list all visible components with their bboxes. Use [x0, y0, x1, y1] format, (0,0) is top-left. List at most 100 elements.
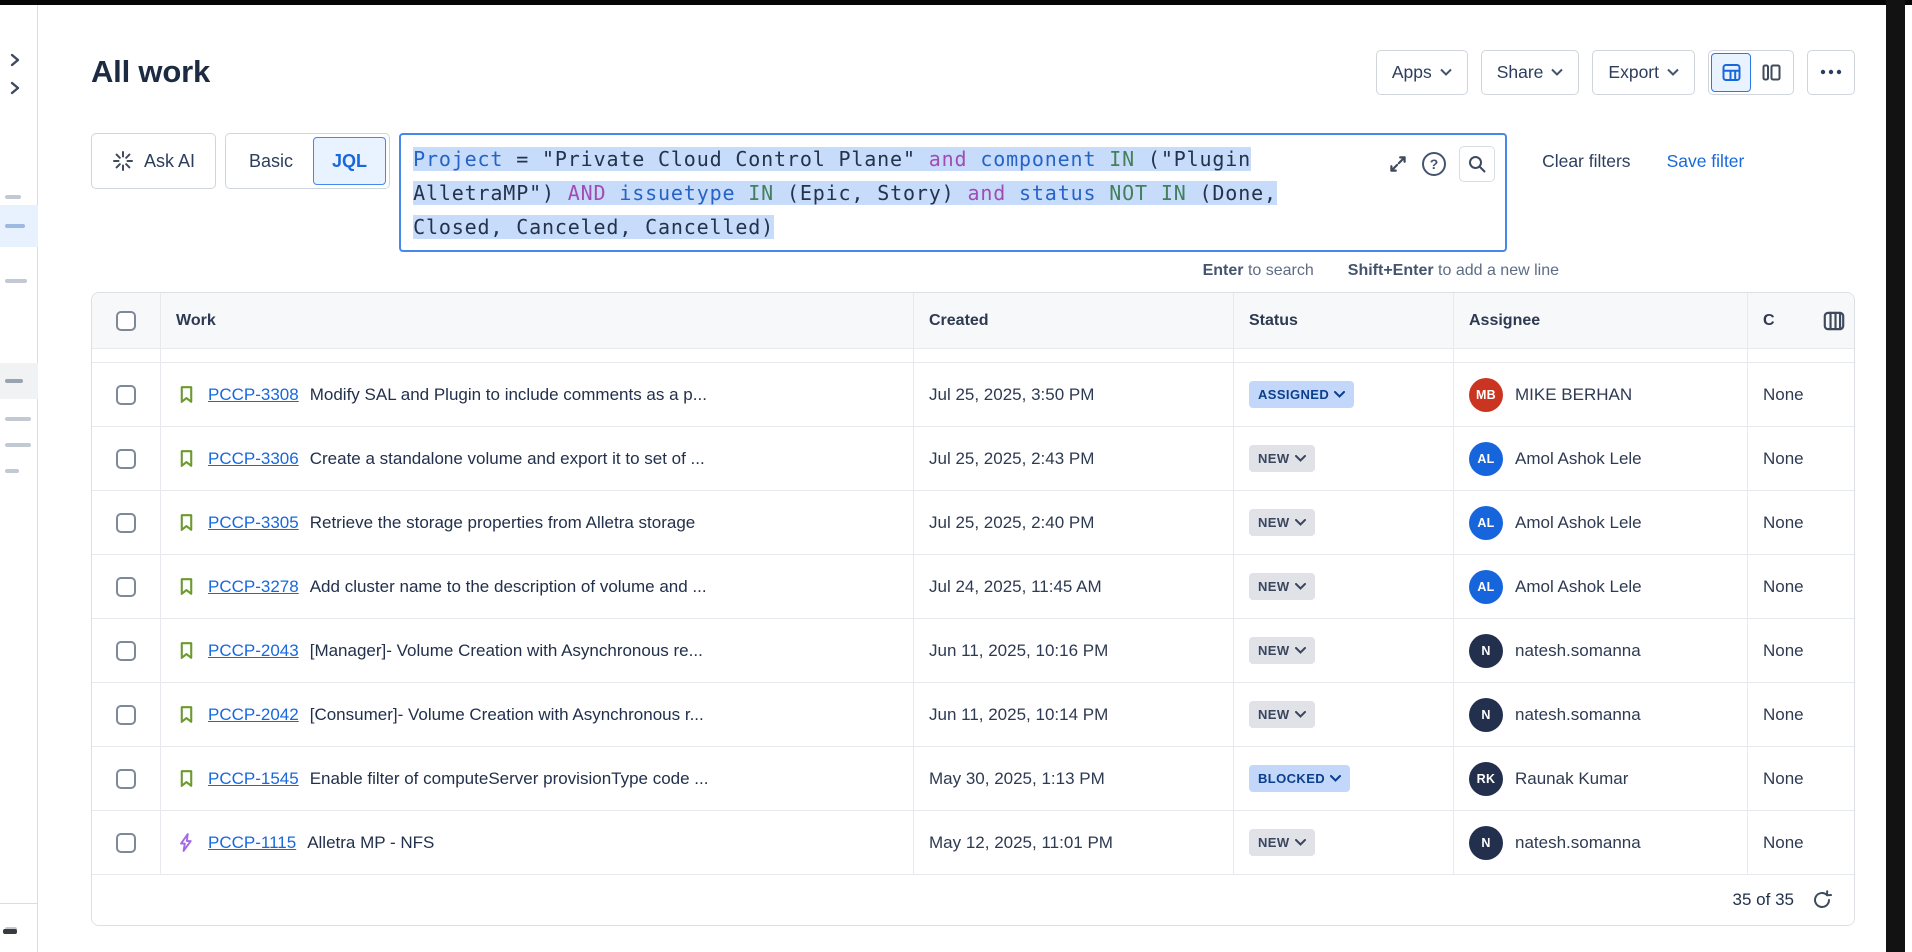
chevron-down-icon — [1295, 711, 1306, 718]
extra-value: None — [1763, 833, 1804, 853]
extra-value: None — [1763, 705, 1804, 725]
issue-summary[interactable]: Modify SAL and Plugin to include comment… — [310, 385, 707, 405]
result-count: 35 of 35 — [1733, 890, 1794, 910]
save-filter-button[interactable]: Save filter — [1667, 151, 1745, 172]
story-type-icon — [176, 512, 197, 533]
screen-edge-corner — [3, 929, 17, 934]
refresh-icon[interactable] — [1810, 888, 1834, 912]
share-button[interactable]: Share — [1481, 50, 1580, 95]
issue-key-link[interactable]: PCCP-2042 — [208, 705, 299, 725]
export-button[interactable]: Export — [1592, 50, 1695, 95]
status-badge[interactable]: ASSIGNED — [1249, 381, 1354, 408]
ask-ai-button[interactable]: Ask AI — [91, 133, 216, 189]
sidebar-expand-icon[interactable] — [8, 53, 22, 67]
issue-key-link[interactable]: PCCP-3306 — [208, 449, 299, 469]
sidebar-item[interactable] — [5, 195, 21, 199]
status-badge[interactable]: NEW — [1249, 573, 1315, 600]
status-badge[interactable]: BLOCKED — [1249, 765, 1350, 792]
sidebar-item-selected[interactable] — [0, 205, 38, 247]
table-view-button[interactable] — [1711, 53, 1751, 92]
row-checkbox[interactable] — [116, 833, 136, 853]
sidebar-item[interactable] — [5, 469, 19, 473]
chevron-down-icon — [1295, 839, 1306, 846]
created-date: Jun 11, 2025, 10:14 PM — [929, 705, 1108, 725]
issue-key-link[interactable]: PCCP-3278 — [208, 577, 299, 597]
extra-value: None — [1763, 513, 1804, 533]
chevron-down-icon — [1667, 68, 1679, 76]
jql-mode-tab[interactable]: JQL — [313, 137, 386, 185]
extra-value: None — [1763, 769, 1804, 789]
status-label: ASSIGNED — [1258, 387, 1329, 402]
row-checkbox[interactable] — [116, 769, 136, 789]
table-body: PCCP-3308 Modify SAL and Plugin to inclu… — [92, 363, 1854, 875]
row-checkbox[interactable] — [116, 577, 136, 597]
issue-summary[interactable]: Retrieve the storage properties from All… — [310, 513, 696, 533]
jql-search-button[interactable] — [1459, 146, 1495, 182]
table-footer: 35 of 35 — [92, 875, 1854, 925]
syntax-help-icon[interactable]: ? — [1422, 152, 1446, 176]
column-header-status[interactable]: Status — [1233, 293, 1453, 348]
avatar: AL — [1469, 570, 1503, 604]
issue-key-link[interactable]: PCCP-3308 — [208, 385, 299, 405]
chevron-down-icon — [1330, 775, 1341, 782]
assignee-name: Amol Ashok Lele — [1515, 577, 1642, 597]
detail-view-button[interactable] — [1751, 53, 1791, 92]
column-header-work[interactable]: Work — [160, 293, 913, 348]
clear-filters-button[interactable]: Clear filters — [1542, 151, 1631, 172]
assignee-name: Amol Ashok Lele — [1515, 513, 1642, 533]
apps-button[interactable]: Apps — [1376, 50, 1468, 95]
row-checkbox[interactable] — [116, 385, 136, 405]
assignee-name: natesh.somanna — [1515, 641, 1641, 661]
status-label: BLOCKED — [1258, 771, 1325, 786]
chevron-down-icon — [1440, 68, 1452, 76]
issue-summary[interactable]: Alletra MP - NFS — [307, 833, 434, 853]
issue-summary[interactable]: [Consumer]- Volume Creation with Asynchr… — [310, 705, 704, 725]
created-date: Jun 11, 2025, 10:16 PM — [929, 641, 1108, 661]
column-header-created[interactable]: Created — [913, 293, 1233, 348]
avatar: AL — [1469, 442, 1503, 476]
row-checkbox[interactable] — [116, 449, 136, 469]
status-badge[interactable]: NEW — [1249, 701, 1315, 728]
jql-input[interactable]: Project = "Private Cloud Control Plane" … — [399, 133, 1507, 252]
sidebar-item-hover[interactable] — [0, 363, 38, 399]
sidebar-expand-icon[interactable] — [8, 81, 22, 95]
more-options-button[interactable] — [1807, 50, 1855, 95]
enter-key-hint: Enter — [1203, 262, 1244, 279]
row-checkbox[interactable] — [116, 705, 136, 725]
table-row: PCCP-3308 Modify SAL and Plugin to inclu… — [92, 363, 1854, 427]
configure-columns-button[interactable] — [1821, 308, 1847, 334]
select-all-checkbox[interactable] — [116, 311, 136, 331]
status-badge[interactable]: NEW — [1249, 509, 1315, 536]
issue-summary[interactable]: Add cluster name to the description of v… — [310, 577, 707, 597]
avatar: N — [1469, 634, 1503, 668]
sidebar-item[interactable] — [5, 443, 31, 447]
issue-key-link[interactable]: PCCP-2043 — [208, 641, 299, 661]
chevron-down-icon — [1551, 68, 1563, 76]
basic-mode-tab[interactable]: Basic — [229, 137, 313, 185]
row-checkbox[interactable] — [116, 513, 136, 533]
story-type-icon — [176, 384, 197, 405]
issue-key-link[interactable]: PCCP-1115 — [208, 833, 296, 853]
row-checkbox[interactable] — [116, 641, 136, 661]
issue-summary[interactable]: Enable filter of computeServer provision… — [310, 769, 709, 789]
status-badge[interactable]: NEW — [1249, 829, 1315, 856]
detail-view-icon — [1761, 62, 1782, 83]
avatar: AL — [1469, 506, 1503, 540]
status-badge[interactable]: NEW — [1249, 637, 1315, 664]
sidebar-item[interactable] — [5, 417, 31, 421]
expand-editor-icon[interactable] — [1387, 153, 1409, 175]
apps-button-label: Apps — [1392, 62, 1432, 83]
story-type-icon — [176, 576, 197, 597]
status-label: NEW — [1258, 643, 1290, 658]
issue-key-link[interactable]: PCCP-3305 — [208, 513, 299, 533]
issue-summary[interactable]: [Manager]- Volume Creation with Asynchro… — [310, 641, 703, 661]
extra-value: None — [1763, 385, 1804, 405]
column-header-truncated[interactable]: C — [1747, 293, 1853, 348]
status-badge[interactable]: NEW — [1249, 445, 1315, 472]
partially-scrolled-row — [92, 349, 1854, 363]
issue-key-link[interactable]: PCCP-1545 — [208, 769, 299, 789]
jql-query-text: Project = "Private Cloud Control Plane" … — [413, 142, 1405, 244]
sidebar-item[interactable] — [5, 279, 27, 283]
column-header-assignee[interactable]: Assignee — [1453, 293, 1747, 348]
issue-summary[interactable]: Create a standalone volume and export it… — [310, 449, 705, 469]
